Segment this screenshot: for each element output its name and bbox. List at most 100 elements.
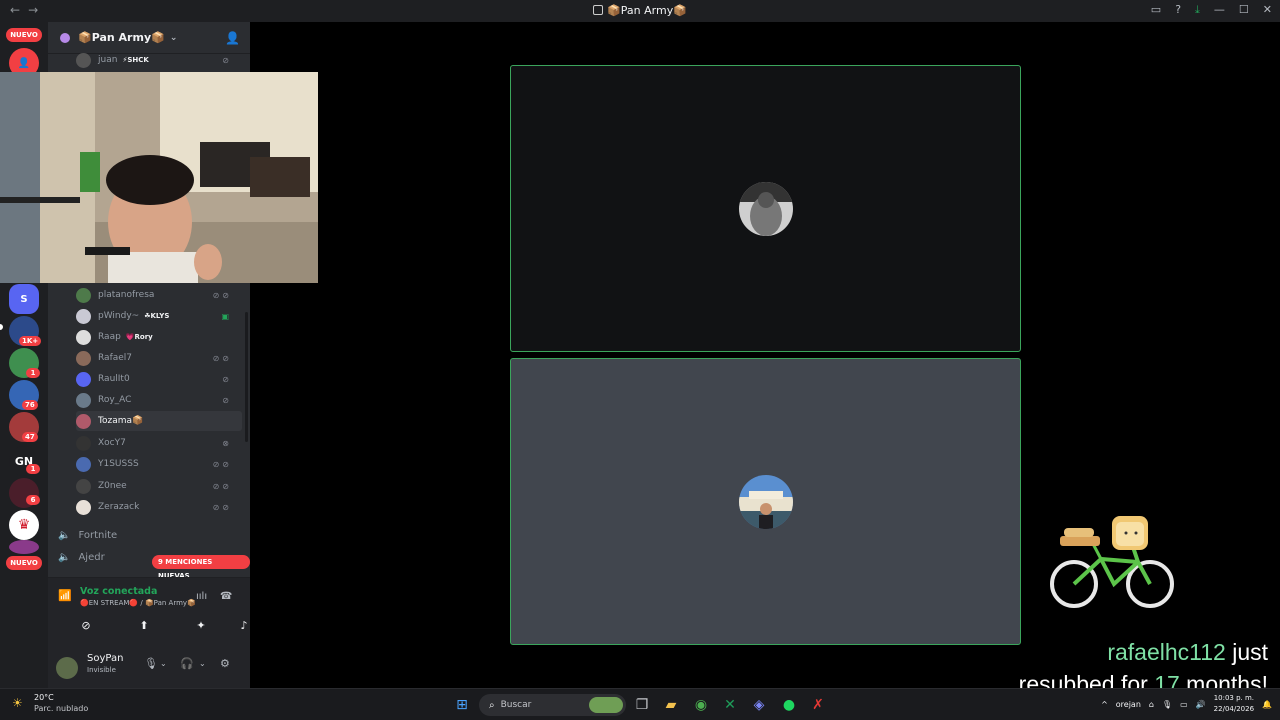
noise-suppression-icon[interactable]: ıılı <box>196 591 207 602</box>
bread-bike-overlay <box>1046 514 1180 614</box>
member-tag: 💗Rory <box>125 333 153 341</box>
disconnect-icon[interactable]: ☎ <box>220 591 232 602</box>
member-name: platanofresa <box>98 290 155 300</box>
server-icon-6[interactable] <box>9 540 39 554</box>
file-explorer-icon[interactable]: ▰ <box>661 695 681 715</box>
maximize-icon[interactable]: ☐ <box>1239 3 1249 17</box>
member-platanofresa[interactable]: platanofresa ⊘⊘ <box>76 285 242 305</box>
weather-sun-icon: ☀ <box>12 696 23 710</box>
server-icon-s[interactable]: S <box>9 284 39 314</box>
member-tag: ⚡SHCK <box>122 56 149 64</box>
bread-bike-icon <box>1050 516 1174 608</box>
screen-share-icon[interactable]: ⬆ <box>124 618 164 634</box>
participant-tile-1[interactable] <box>510 65 1021 352</box>
task-view-icon[interactable]: ❐ <box>632 695 652 715</box>
search-highlight-image <box>589 697 623 713</box>
volume-icon[interactable]: 🔊 <box>1196 700 1206 709</box>
chrome-icon[interactable]: ◉ <box>691 695 711 715</box>
signal-icon[interactable]: 📶 <box>58 589 72 602</box>
clock[interactable]: 10:03 p. m. 22/04/2026 <box>1214 693 1254 715</box>
windows-taskbar: ☀ 20°C Parc. nublado ⊞ ⌕ Buscar ❐ ▰ ◉ ✕ … <box>0 688 1280 720</box>
avatar <box>76 350 91 366</box>
member-name: Z0nee <box>98 481 127 491</box>
microphone-icon[interactable]: 🎙 <box>144 657 158 670</box>
new-mentions-badge[interactable]: 9 MENCIONES NUEVAS <box>152 555 250 580</box>
headphones-icon[interactable]: 🎧 <box>180 657 194 670</box>
member-z0nee[interactable]: Z0nee ⊘⊘ <box>76 476 242 496</box>
member-roy-ac[interactable]: Roy_AC ⊘ <box>76 390 242 410</box>
user-name: SoyPan <box>87 653 124 664</box>
participant-tile-2[interactable] <box>510 358 1021 645</box>
display-icon[interactable]: ▭ <box>1180 700 1188 709</box>
avatar <box>76 478 91 494</box>
member-zerazack[interactable]: Zerazack ⊘⊘ <box>76 497 242 517</box>
new-badge-top: NUEVO <box>6 28 42 42</box>
avatar <box>76 308 91 324</box>
voice-channel-fortnite[interactable]: 🔈 Fortnite <box>58 526 238 544</box>
settings-gear-icon[interactable]: ⚙ <box>220 657 230 670</box>
soundboard-icon[interactable]: ♪ <box>238 618 250 634</box>
search-placeholder: Buscar <box>500 700 532 710</box>
member-name: Tozama📦 <box>98 416 144 426</box>
search-icon: ⌕ <box>489 699 495 711</box>
alert-text: just <box>1225 639 1268 665</box>
help-icon[interactable]: ? <box>1175 3 1181 17</box>
network-icon[interactable]: ⌂ <box>1149 700 1154 709</box>
weather-condition: Parc. nublado <box>34 704 89 713</box>
webcam-feed <box>0 72 318 283</box>
member-list-scrollbar[interactable] <box>245 312 248 442</box>
avatar <box>76 456 91 472</box>
tray-overflow-icon[interactable]: ^ <box>1101 700 1108 709</box>
camera-off-icon[interactable]: ⊘ <box>66 618 106 634</box>
new-badge-bottom: NUEVO <box>6 556 42 570</box>
member-name: Roy_AC <box>98 395 132 405</box>
notifications-icon[interactable]: 🔔 <box>1262 700 1272 709</box>
avatar[interactable] <box>56 657 78 679</box>
member-y1susss[interactable]: Y1SUSSS ⊘⊘ <box>76 454 242 474</box>
server-badge: 1 <box>26 368 40 378</box>
member-juan[interactable]: juan ⚡SHCK ⊘ <box>76 50 242 70</box>
taskbar-search[interactable]: ⌕ Buscar <box>479 694 626 716</box>
discord-icon[interactable]: ◈ <box>749 695 769 715</box>
screen: ← → 📦Pan Army📦 ▭ ? ⤓ — ☐ ✕ NUEVO 👤 S 1K+… <box>0 0 1280 720</box>
member-raap[interactable]: Raap 💗Rory <box>76 327 242 347</box>
member-rafael7[interactable]: Rafael7 ⊘⊘ <box>76 348 242 368</box>
microphone-icon[interactable]: 🎙 <box>1162 700 1172 709</box>
close-icon[interactable]: ✕ <box>1263 3 1272 17</box>
window-title: 📦Pan Army📦 <box>0 4 1280 17</box>
member-pwindy[interactable]: pWindy~ ☘KLYS ▣ <box>76 306 242 326</box>
clock-time: 10:03 p. m. <box>1213 694 1255 702</box>
download-icon[interactable]: ⤓ <box>1195 3 1200 17</box>
avatar <box>76 435 91 451</box>
chevron-down-icon[interactable]: ⌄ <box>160 659 167 668</box>
member-tozama[interactable]: Tozama📦 <box>76 411 242 431</box>
windows-start-icon[interactable]: ⊞ <box>452 695 472 715</box>
member-xocy7[interactable]: XocY7 ⊗ <box>76 433 242 453</box>
activities-icon[interactable]: ✦ <box>181 618 221 634</box>
inbox-icon[interactable]: ▭ <box>1151 3 1161 17</box>
member-raulit0[interactable]: RaulIt0 ⊘ <box>76 369 242 389</box>
voice-channel-path[interactable]: 🔴EN STREAM🔴 / 📦Pan Army📦 <box>80 599 196 607</box>
excel-icon[interactable]: ✕ <box>720 695 740 715</box>
member-name: pWindy~ <box>98 311 140 321</box>
app-x-icon[interactable]: ✗ <box>808 695 828 715</box>
user-panel: SoyPan Invisible 🎙 ⌄ 🎧 ⌄ ⚙ <box>48 649 250 688</box>
invite-icon[interactable]: 👤 <box>225 31 240 45</box>
server-badge: 1 <box>26 464 40 474</box>
window-title-text: 📦Pan Army📦 <box>607 4 687 17</box>
server-badge: 47 <box>22 432 38 442</box>
server-icon-crown[interactable]: ♛ <box>9 510 39 540</box>
member-name: juan <box>98 55 118 65</box>
spotify-icon[interactable]: ● <box>779 695 799 715</box>
member-name: XocY7 <box>98 438 126 448</box>
chevron-down-icon[interactable]: ⌄ <box>199 659 206 668</box>
boost-icon <box>60 32 70 43</box>
title-bar: ← → 📦Pan Army📦 ▭ ? ⤓ — ☐ ✕ <box>0 0 1280 22</box>
avatar <box>76 499 91 515</box>
titlebar-actions: ▭ ? ⤓ — ☐ ✕ <box>1151 3 1272 17</box>
resub-alert-line-1: rafaelhc112 just <box>1019 636 1268 668</box>
alert-username: rafaelhc112 <box>1107 639 1226 665</box>
clock-date: 22/04/2026 <box>1213 705 1255 713</box>
minimize-icon[interactable]: — <box>1214 3 1225 17</box>
xbox-icon: ⊗ <box>222 438 232 448</box>
